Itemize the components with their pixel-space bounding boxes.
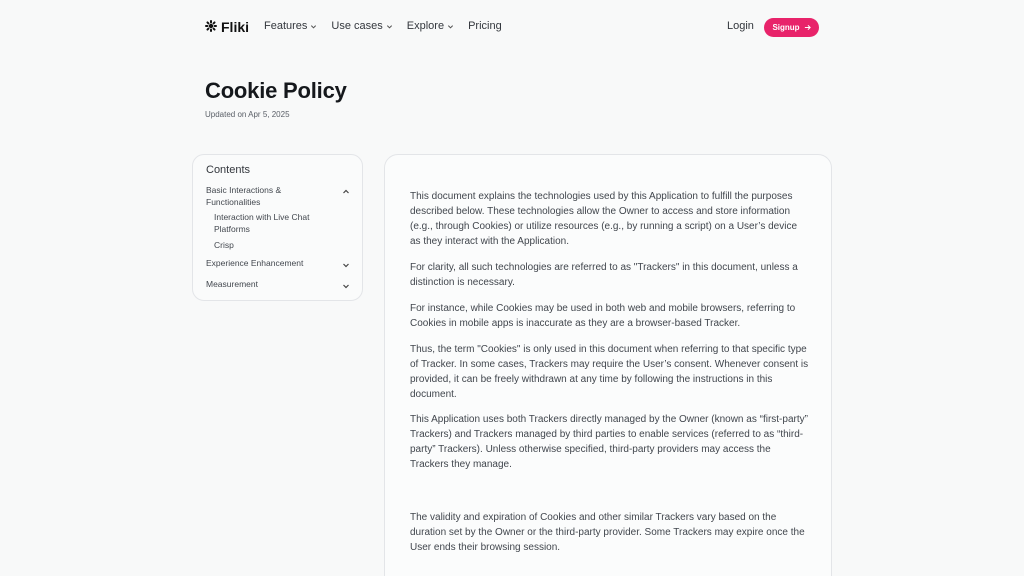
nav-pricing[interactable]: Pricing: [468, 20, 502, 32]
toc-section-measurement[interactable]: Measurement: [206, 279, 351, 291]
chevron-down-icon: [386, 24, 392, 29]
toc-section-label: Basic Interactions & Functionalities: [206, 185, 282, 207]
policy-content: This document explains the technologies …: [384, 154, 832, 576]
chevron-down-icon: [448, 24, 454, 29]
arrow-right-icon: [804, 24, 811, 31]
policy-paragraph: For clarity, all such technologies are r…: [410, 262, 798, 288]
toc-section-label: Measurement: [206, 279, 258, 289]
toc-title: Contents: [206, 164, 251, 176]
policy-paragraph: This Application uses both Trackers dire…: [410, 414, 808, 470]
policy-paragraph: This document explains the technologies …: [410, 191, 798, 247]
updated-date: Updated on Apr 5, 2025: [205, 110, 290, 119]
chevron-down-icon: [311, 24, 317, 29]
toc-section-basic-interactions[interactable]: Basic Interactions & Functionalities: [206, 185, 351, 208]
page-title: Cookie Policy: [205, 78, 347, 103]
nav-use-cases[interactable]: Use cases: [331, 20, 392, 32]
brand-name: Fliki: [221, 19, 250, 35]
toc-item-crisp[interactable]: Crisp: [214, 240, 334, 252]
policy-paragraph: For instance, while Cookies may be used …: [410, 303, 796, 329]
signup-label: Signup: [772, 23, 800, 32]
chevron-down-icon: [343, 263, 349, 268]
fliki-logo-icon: [205, 19, 217, 35]
login-link[interactable]: Login: [727, 20, 754, 32]
signup-button[interactable]: Signup: [764, 18, 819, 37]
table-of-contents: Contents Basic Interactions & Functional…: [192, 154, 363, 301]
nav-features[interactable]: Features: [264, 20, 317, 32]
main-nav: Features Use cases Explore Pricing: [264, 20, 516, 32]
chevron-down-icon: [343, 284, 349, 289]
toc-section-label: Experience Enhancement: [206, 258, 304, 268]
nav-label: Explore: [406, 20, 445, 32]
brand-logo[interactable]: Fliki: [205, 19, 249, 35]
top-navigation: Fliki Features Use cases Explore Pricing…: [0, 0, 1024, 56]
policy-paragraph: Thus, the term "Cookies" is only used in…: [410, 344, 809, 400]
toc-section-experience[interactable]: Experience Enhancement: [206, 258, 351, 270]
nav-label: Features: [264, 20, 308, 32]
nav-label: Pricing: [468, 20, 502, 32]
toc-item-live-chat[interactable]: Interaction with Live Chat Platforms: [214, 212, 334, 235]
nav-label: Use cases: [331, 20, 383, 32]
nav-explore[interactable]: Explore: [407, 20, 454, 32]
policy-paragraph: The validity and expiration of Cookies a…: [410, 512, 805, 553]
chevron-up-icon: [343, 189, 349, 194]
